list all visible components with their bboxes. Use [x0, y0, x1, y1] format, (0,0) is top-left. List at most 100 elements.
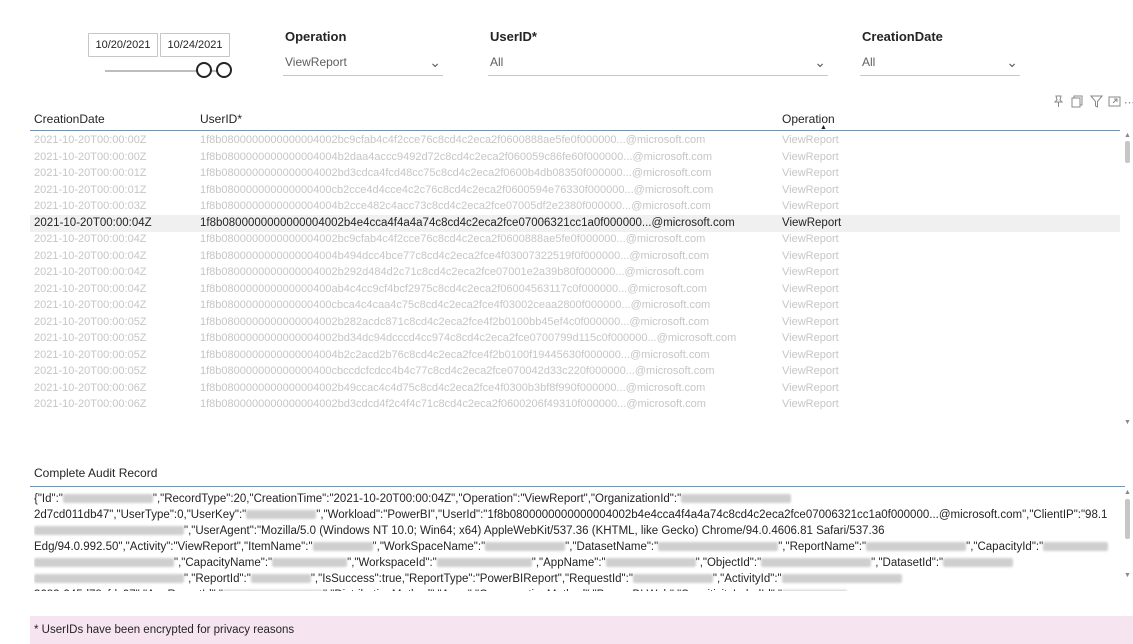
table-scrollbar[interactable]	[1125, 141, 1130, 163]
audit-line: ","CapacityName":" ","WorkspaceId":" ","Ap…	[34, 555, 1119, 571]
audit-line: {"Id":" ","RecordType":20,"CreationTime":…	[34, 491, 1119, 507]
operation-dropdown-value: ViewReport	[285, 55, 347, 69]
redacted-value	[222, 590, 323, 591]
cell-creationdate: 2021-10-20T00:00:06Z	[34, 381, 147, 394]
table-row[interactable]: 2021-10-20T00:00:06Z 1f8b0800000000000004…	[30, 380, 1120, 397]
table-row[interactable]: 2021-10-20T00:00:04Z 1f8b0800000000000004…	[30, 248, 1120, 265]
cell-userid: 1f8b0800000000000004002b4e4cca4f4a4a74c8…	[200, 216, 735, 229]
column-header-creationdate[interactable]: CreationDate	[34, 112, 105, 126]
scroll-down-icon[interactable]: ▼	[1124, 572, 1131, 579]
redacted-value	[250, 574, 311, 584]
table-row[interactable]: 2021-10-20T00:00:05Z 1f8b0800000000000004…	[30, 363, 1120, 380]
table-row[interactable]: 2021-10-20T00:00:04Z 1f8b0800000000000004…	[30, 281, 1120, 298]
cell-operation: ViewReport	[782, 315, 839, 328]
audit-divider	[30, 486, 1125, 487]
audit-scrollbar[interactable]	[1125, 499, 1130, 539]
scroll-up-icon[interactable]: ▲	[1124, 489, 1131, 496]
audit-line: ","ReportId":" ","IsSuccess":true,"Report…	[34, 571, 1119, 587]
cell-userid: 1f8b0800000000000004004b494dcc4bce77c8cd…	[200, 249, 710, 262]
cell-creationdate: 2021-10-20T00:00:04Z	[34, 266, 147, 278]
cell-userid: 1f8b0800000000000004002b282acdc871c8cd4c…	[200, 315, 710, 328]
cell-creationdate: 2021-10-20T00:00:06Z	[34, 398, 147, 410]
redacted-value	[34, 574, 184, 584]
userid-dropdown[interactable]: All ⌄	[488, 50, 828, 76]
date-slider-start-handle[interactable]	[196, 62, 212, 78]
cell-creationdate: 2021-10-20T00:00:03Z	[34, 200, 147, 212]
redacted-value	[62, 494, 153, 504]
table-row[interactable]: 2021-10-20T00:00:01Z 1f8b0800000000000004…	[30, 182, 1120, 199]
creationdate-dropdown[interactable]: All ⌄	[860, 50, 1020, 76]
audit-text-segment: ","DatasetId":"	[871, 557, 944, 569]
table-row[interactable]: 2021-10-20T00:00:03Z 1f8b0800000000000004…	[30, 198, 1120, 215]
cell-operation: ViewReport	[782, 332, 839, 344]
end-date-input[interactable]: 10/24/2021	[160, 33, 230, 57]
privacy-note: * UserIDs have been encrypted for privac…	[30, 616, 1133, 644]
audit-line: ","UserAgent":"Mozilla/5.0 (Windows NT 1…	[34, 523, 1119, 539]
audit-text-segment: ","ActivityId":"	[712, 573, 782, 585]
redacted-value	[681, 494, 792, 504]
cell-creationdate: 2021-10-20T00:00:04Z	[34, 282, 147, 295]
cell-operation: ViewReport	[782, 134, 839, 146]
cell-creationdate: 2021-10-20T00:00:00Z	[34, 150, 147, 163]
redacted-value	[1043, 542, 1109, 552]
cell-userid: 1f8b0800000000000004002bc9cfab4c4f2cce76…	[200, 134, 706, 146]
audit-text-segment: ","AppName":"	[531, 557, 606, 569]
table-row[interactable]: 2021-10-20T00:00:00Z 1f8b0800000000000004…	[30, 132, 1120, 149]
audit-record-text: {"Id":" ","RecordType":20,"CreationTime":…	[34, 491, 1119, 591]
table-row[interactable]: 2021-10-20T00:00:05Z 1f8b0800000000000004…	[30, 330, 1120, 347]
redacted-value	[605, 558, 696, 568]
table-row[interactable]: 2021-10-20T00:00:05Z 1f8b0800000000000004…	[30, 314, 1120, 331]
more-options-icon[interactable]: ⋯	[1124, 95, 1133, 111]
audit-text-segment: 3682-245d78cfdc97","AppReportId":"	[34, 589, 223, 591]
cell-operation: ViewReport	[782, 233, 839, 245]
table-row[interactable]: 2021-10-20T00:00:05Z 1f8b0800000000000004…	[30, 347, 1120, 364]
cell-userid: 1f8b0800000000000004002bd34dc94dcccd4cc9…	[200, 332, 737, 344]
cell-operation: ViewReport	[782, 299, 839, 311]
operation-dropdown[interactable]: ViewReport ⌄	[283, 50, 443, 76]
redacted-value	[312, 542, 373, 552]
date-slider-end-handle[interactable]	[216, 62, 232, 78]
audit-line: 2d7cd011db47","UserType":0,"UserKey":" ",…	[34, 507, 1119, 523]
cell-userid: 1f8b080000000000000400cbccdcfcdcc4b4c77c…	[200, 365, 715, 377]
table-row[interactable]: 2021-10-20T00:00:01Z 1f8b0800000000000004…	[30, 165, 1120, 182]
cell-creationdate: 2021-10-20T00:00:04Z	[34, 216, 152, 229]
cell-operation: ViewReport	[782, 365, 839, 377]
redacted-value	[781, 574, 902, 584]
cell-operation: ViewReport	[782, 183, 839, 196]
audit-line: Edg/94.0.992.50","Activity":"ViewReport"…	[34, 539, 1119, 555]
scroll-up-icon[interactable]: ▲	[1124, 132, 1131, 139]
cell-userid: 1f8b0800000000000004004b2daa4accc9492d72…	[200, 150, 713, 163]
table-row[interactable]: 2021-10-20T00:00:00Z 1f8b0800000000000004…	[30, 149, 1120, 166]
chevron-down-icon: ⌄	[429, 54, 441, 70]
chevron-down-icon: ⌄	[1006, 54, 1018, 70]
redacted-value	[943, 558, 1014, 568]
audit-text-segment: ","IsSuccess":true,"ReportType":"PowerBI…	[310, 573, 633, 585]
sort-ascending-icon: ▲	[820, 124, 827, 131]
table-row-selected[interactable]: 2021-10-20T00:00:04Z 1f8b0800000000000004…	[30, 214, 1120, 232]
cell-creationdate: 2021-10-20T00:00:01Z	[34, 167, 147, 179]
operation-slicer-title: Operation	[285, 29, 347, 44]
cell-operation: ViewReport	[782, 282, 839, 295]
redacted-value	[632, 574, 713, 584]
column-header-userid[interactable]: UserID*	[200, 112, 242, 126]
audit-text-segment: ","DistributionMethod":"Apps","Consumpti…	[323, 589, 782, 591]
start-date-input[interactable]: 10/20/2021	[88, 33, 158, 57]
audit-text-segment: ","WorkspaceId":"	[347, 557, 437, 569]
table-row[interactable]: 2021-10-20T00:00:04Z 1f8b0800000000000004…	[30, 297, 1120, 314]
creationdate-slicer-title: CreationDate	[862, 29, 943, 44]
table-row[interactable]: 2021-10-20T00:00:04Z 1f8b0800000000000004…	[30, 264, 1120, 281]
audit-line: 3682-245d78cfdc97","AppReportId":" ","Dis…	[34, 587, 1119, 591]
cell-userid: 1f8b0800000000000004002b292d484d2c71c8cd…	[200, 266, 705, 278]
audit-text-segment: ","Workload":"PowerBI","UserId":"1f8b080…	[316, 509, 1108, 521]
audit-text-segment: ","ReportName":"	[778, 541, 867, 553]
table-row[interactable]: 2021-10-20T00:00:06Z 1f8b0800000000000004…	[30, 396, 1120, 413]
scroll-down-icon[interactable]: ▼	[1124, 419, 1131, 426]
audit-text-segment: Edg/94.0.992.50","Activity":"ViewReport"…	[34, 541, 313, 553]
audit-text-segment: ","CapacityId":"	[966, 541, 1044, 553]
cell-creationdate: 2021-10-20T00:00:05Z	[34, 348, 147, 361]
redacted-value	[246, 510, 317, 520]
redacted-value	[761, 558, 872, 568]
cell-operation: ViewReport	[782, 249, 839, 262]
cell-operation: ViewReport	[782, 348, 839, 361]
table-row[interactable]: 2021-10-20T00:00:04Z 1f8b0800000000000004…	[30, 231, 1120, 248]
